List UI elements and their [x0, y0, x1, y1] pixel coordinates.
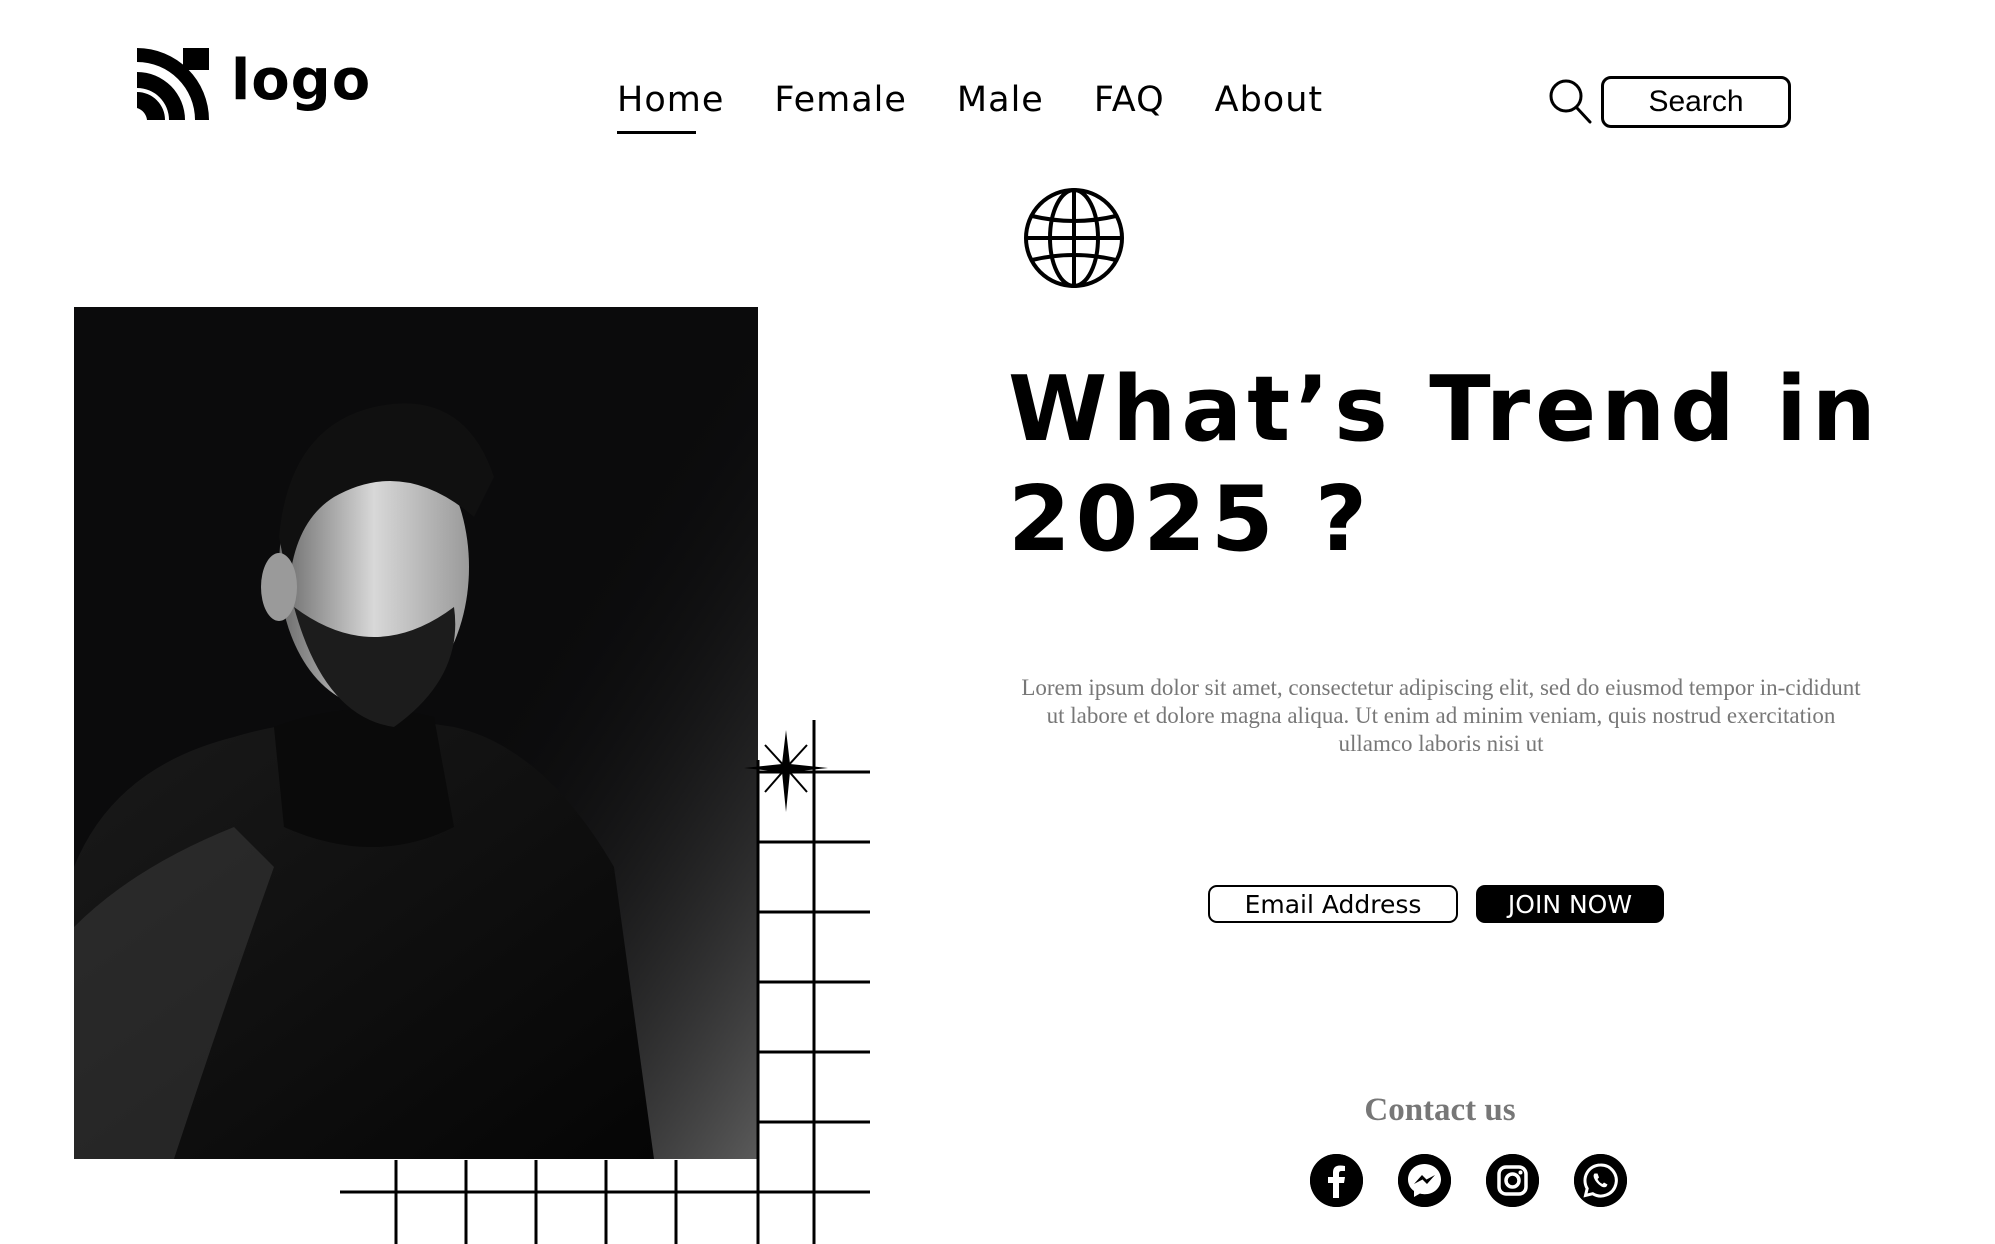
nav-female[interactable]: Female — [774, 80, 907, 120]
globe-icon — [1024, 188, 1124, 288]
search-button[interactable]: Search — [1601, 76, 1791, 128]
headline-line-2: 2025 ? — [1008, 467, 1373, 572]
logo-text: logo — [231, 48, 372, 113]
hero-headline: What’s Trend in 2025 ? — [1008, 355, 1888, 575]
logo-mark-icon — [137, 48, 209, 120]
nav-home[interactable]: Home — [617, 80, 724, 134]
facebook-icon[interactable] — [1310, 1154, 1363, 1207]
instagram-icon[interactable] — [1486, 1154, 1539, 1207]
nav-faq[interactable]: FAQ — [1094, 80, 1165, 120]
contact-title: Contact us — [1364, 1092, 1516, 1128]
decorative-grid-icon — [340, 720, 870, 1244]
main-nav: Home Female Male FAQ About — [617, 80, 1323, 134]
email-field[interactable]: Email Address — [1208, 885, 1458, 923]
nav-about[interactable]: About — [1215, 80, 1323, 120]
messenger-icon[interactable] — [1398, 1154, 1451, 1207]
join-now-button[interactable]: JOIN NOW — [1476, 885, 1664, 923]
social-links — [1310, 1154, 1627, 1207]
hero-description: Lorem ipsum dolor sit amet, consectetur … — [1021, 675, 1861, 756]
search-icon[interactable] — [1548, 78, 1592, 124]
nav-male[interactable]: Male — [957, 80, 1044, 120]
headline-line-1: What’s Trend in — [1008, 357, 1881, 462]
whatsapp-icon[interactable] — [1574, 1154, 1627, 1207]
logo[interactable]: logo — [135, 48, 371, 122]
